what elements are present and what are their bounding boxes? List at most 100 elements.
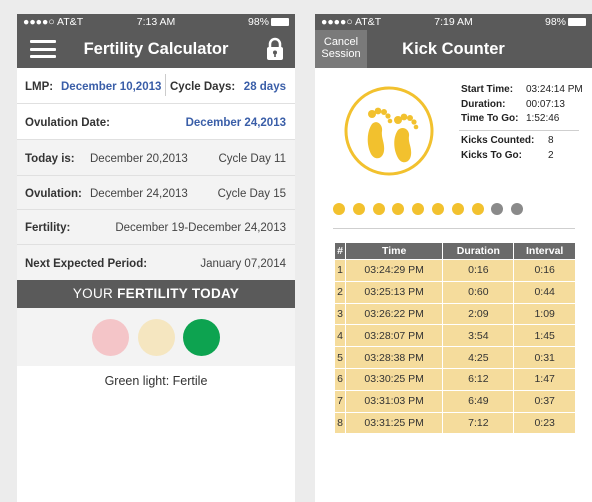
start-time-value: 03:24:14 PM	[526, 84, 583, 95]
table-cell: 7	[334, 389, 346, 413]
table-cell: 2:09	[442, 302, 515, 326]
kicks-counted-value: 8	[548, 135, 554, 146]
kick-dot-filled	[471, 203, 484, 215]
table-cell: 3	[334, 302, 346, 326]
table-cell: 4:25	[442, 346, 515, 369]
summary-section: Today is: December 20,2013 Cycle Day 11 …	[17, 140, 295, 280]
table-header-row: # Time Duration Interval	[334, 242, 576, 260]
fertility-window: December 19-December 24,2013	[115, 222, 286, 234]
ovulation-date: December 24,2013	[90, 188, 188, 200]
lock-icon[interactable]	[265, 37, 285, 61]
next-period-value: January 07,2014	[200, 258, 286, 270]
table-cell: 1:09	[513, 302, 576, 326]
battery-icon	[271, 18, 289, 27]
duration-label: Duration:	[461, 98, 506, 110]
row-divider	[165, 74, 166, 96]
next-period-label: Next Expected Period:	[25, 258, 148, 270]
table-cell: 3:54	[442, 324, 515, 348]
table-cell: 03:30:25 PM	[344, 367, 444, 391]
cycle-days-value[interactable]: 28 days	[244, 81, 286, 93]
column-header: Duration	[442, 242, 515, 260]
ovulation-date-row: Ovulation Date: December 24,2013	[17, 104, 295, 140]
kick-dot-empty	[511, 203, 524, 215]
yellow-light-indicator	[138, 319, 175, 356]
kicks-to-go-value: 2	[548, 150, 554, 161]
today-cycle-day: Cycle Day 11	[218, 153, 286, 165]
table-cell: 1:45	[513, 324, 576, 348]
kick-dot-filled	[352, 203, 365, 215]
session-info: Start Time: 03:24:14 PM Duration: 00:07:13…	[461, 83, 583, 127]
time-to-go-value: 1:52:46	[526, 113, 560, 124]
kick-progress-dots	[333, 202, 531, 220]
kick-dot-filled	[372, 203, 385, 215]
table-cell: 03:28:38 PM	[344, 346, 444, 369]
kick-dot-filled	[431, 203, 444, 215]
status-bar: ●●●●○ AT&T 7:19 AM 98%	[315, 14, 592, 30]
battery-indicator: 98%	[248, 16, 289, 28]
table-row: 5 03:28:38 PM 4:25 0:31	[334, 346, 576, 369]
battery-percent: 98%	[544, 16, 566, 28]
table-cell: 1	[334, 259, 346, 282]
kick-dot-empty	[491, 203, 504, 215]
battery-icon	[568, 18, 586, 27]
table-cell: 6	[334, 367, 346, 391]
fertility-today-banner: YOUR FERTILITY TODAY	[17, 280, 295, 308]
traffic-lights	[17, 308, 295, 366]
table-cell: 03:31:03 PM	[344, 389, 444, 413]
table-row: 6 03:30:25 PM 6:12 1:47	[334, 367, 576, 391]
table-cell: 0:16	[513, 259, 576, 282]
ovulation-row: Ovulation: December 24,2013 Cycle Day 15	[17, 176, 295, 210]
table-row: 2 03:25:13 PM 0:60 0:44	[334, 280, 576, 304]
lmp-value[interactable]: December 10,2013	[61, 81, 161, 93]
table-row: 7 03:31:03 PM 6:49 0:37	[334, 389, 576, 413]
page-title: Fertility Calculator	[83, 40, 229, 58]
today-date: December 20,2013	[90, 153, 188, 165]
table-cell: 8	[334, 411, 346, 435]
kick-dot-filled	[412, 203, 425, 215]
ovulation-label: Ovulation:	[25, 188, 82, 200]
table-cell: 5	[334, 346, 346, 369]
fertility-row: Fertility: December 19-December 24,2013	[17, 210, 295, 245]
kick-dot-filled	[333, 203, 345, 215]
battery-indicator: 98%	[545, 16, 586, 28]
table-cell: 03:31:25 PM	[344, 411, 444, 435]
table-cell: 03:26:22 PM	[344, 302, 444, 326]
kicks-to-go-label: Kicks To Go:	[461, 150, 522, 161]
light-caption: Green light: Fertile	[104, 374, 208, 388]
status-bar: ●●●●○ AT&T 7:13 AM 98%	[17, 14, 295, 30]
today-label: Today is:	[25, 153, 75, 165]
lmp-label: LMP:	[25, 81, 54, 93]
table-cell: 03:24:29 PM	[344, 259, 444, 282]
table-cell: 03:25:13 PM	[344, 280, 444, 304]
nav-bar: Fertility Calculator	[17, 30, 295, 68]
table-cell: 6:12	[442, 367, 515, 391]
fertility-label: Fertility:	[25, 222, 71, 234]
table-row: 4 03:28:07 PM 3:54 1:45	[334, 324, 576, 348]
table-row: 3 03:26:22 PM 2:09 1:09	[334, 302, 576, 326]
kick-stats: Kicks Counted: 8 Kicks To Go: 2	[461, 133, 554, 163]
lmp-row: LMP: December 10,2013 Cycle Days: 28 day…	[17, 68, 295, 104]
nav-bar: Cancel Session Kick Counter	[315, 30, 592, 68]
table-cell: 0:31	[513, 346, 576, 369]
green-light-indicator	[183, 319, 220, 356]
kick-dot-filled	[392, 203, 405, 215]
kicks-counted-label: Kicks Counted:	[461, 135, 535, 146]
baby-feet-icon[interactable]	[344, 86, 434, 176]
table-cell: 03:28:07 PM	[344, 324, 444, 348]
start-time-label: Start Time:	[461, 84, 514, 95]
next-period-row: Next Expected Period: January 07,2014	[17, 245, 295, 280]
today-row: Today is: December 20,2013 Cycle Day 11	[17, 140, 295, 176]
info-divider	[459, 130, 579, 131]
section-divider	[333, 228, 575, 229]
fertility-calculator-screen: ●●●●○ AT&T 7:13 AM 98% Fertility Calcula…	[17, 14, 295, 502]
red-light-indicator	[92, 319, 129, 356]
ovulation-date-value[interactable]: December 24,2013	[186, 117, 286, 129]
table-cell: 1:47	[513, 367, 576, 391]
table-cell: 0:23	[513, 411, 576, 435]
kick-dot-filled	[451, 203, 464, 215]
cycle-days-label: Cycle Days:	[170, 81, 236, 93]
table-row: 1 03:24:29 PM 0:16 0:16	[334, 259, 576, 282]
table-cell: 0:16	[442, 259, 515, 282]
column-header: #	[334, 242, 346, 260]
ovulation-cycle-day: Cycle Day 15	[217, 188, 286, 200]
